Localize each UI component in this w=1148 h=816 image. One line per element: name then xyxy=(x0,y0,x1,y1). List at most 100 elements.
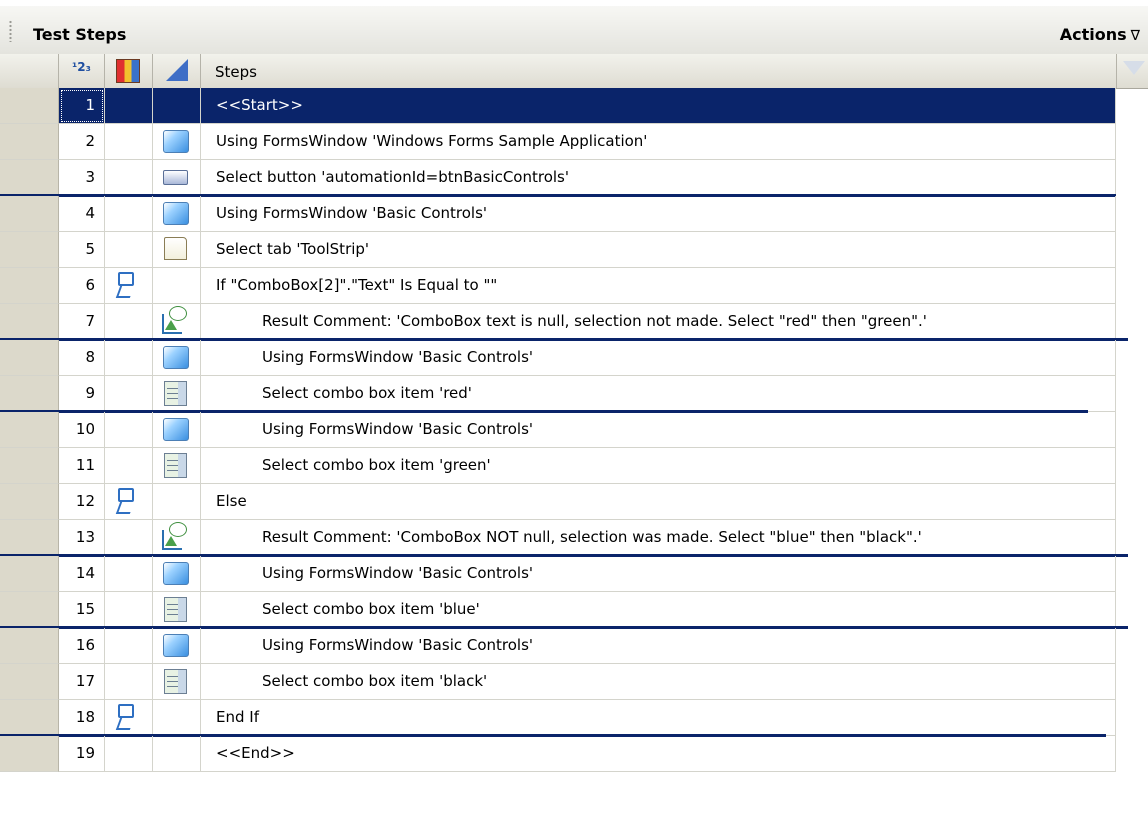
row-selector[interactable] xyxy=(0,196,59,232)
combo-box-icon xyxy=(164,381,187,406)
panel-title: Test Steps xyxy=(33,25,127,44)
table-row[interactable]: 11 Select combo box item 'green' xyxy=(0,448,1148,484)
table-row[interactable]: 6 If "ComboBox[2]"."Text" Is Equal to "" xyxy=(0,268,1148,304)
step-type-cell xyxy=(153,304,201,340)
step-text-cell[interactable]: Using FormsWindow 'Basic Controls' xyxy=(201,412,1116,448)
numbering-icon: ¹2₃ xyxy=(72,60,91,74)
table-row[interactable]: 10 Using FormsWindow 'Basic Controls' xyxy=(0,412,1148,448)
test-steps-grid: ¹2₃ Steps 1 <<Start>> 2 Using FormsWindow '… xyxy=(0,54,1148,816)
row-selector-header[interactable] xyxy=(0,54,59,88)
column-header-condition[interactable] xyxy=(105,54,153,88)
column-header-steps[interactable]: Steps xyxy=(201,54,1117,88)
step-text-cell[interactable]: Using FormsWindow 'Basic Controls' xyxy=(201,556,1116,592)
row-selector[interactable] xyxy=(0,340,59,376)
table-row[interactable]: 2 Using FormsWindow 'Windows Forms Sample… xyxy=(0,124,1148,160)
table-row[interactable]: 12 Else xyxy=(0,484,1148,520)
row-selector[interactable] xyxy=(0,412,59,448)
step-number-cell: 13 xyxy=(59,520,105,556)
row-selector[interactable] xyxy=(0,700,59,736)
step-text-cell[interactable]: Select button 'automationId=btnBasicCont… xyxy=(201,160,1116,196)
table-row[interactable]: 18 End If xyxy=(0,700,1148,736)
table-row[interactable]: 5 Select tab 'ToolStrip' xyxy=(0,232,1148,268)
table-row[interactable]: 7 Result Comment: 'ComboBox text is null,… xyxy=(0,304,1148,340)
step-text-cell[interactable]: Select combo box item 'blue' xyxy=(201,592,1116,628)
step-text: <<End>> xyxy=(216,744,295,762)
row-selector[interactable] xyxy=(0,88,59,124)
row-selector[interactable] xyxy=(0,628,59,664)
row-selector[interactable] xyxy=(0,736,59,772)
table-row[interactable]: 3 Select button 'automationId=btnBasicCon… xyxy=(0,160,1148,196)
step-text-cell[interactable]: Result Comment: 'ComboBox NOT null, sele… xyxy=(201,520,1116,556)
condition-cell xyxy=(105,196,153,232)
step-text-cell[interactable]: <<Start>> xyxy=(201,88,1116,124)
step-text: Using FormsWindow 'Basic Controls' xyxy=(262,348,534,366)
condition-cell xyxy=(105,268,153,304)
table-row[interactable]: 8 Using FormsWindow 'Basic Controls' xyxy=(0,340,1148,376)
step-text-cell[interactable]: Select tab 'ToolStrip' xyxy=(201,232,1116,268)
actions-menu-button[interactable]: Actions ∇ xyxy=(1060,25,1140,44)
step-type-cell xyxy=(153,88,201,124)
step-type-cell xyxy=(153,520,201,556)
step-text: Using FormsWindow 'Basic Controls' xyxy=(262,564,534,582)
row-selector[interactable] xyxy=(0,304,59,340)
table-row[interactable]: 14 Using FormsWindow 'Basic Controls' xyxy=(0,556,1148,592)
grip-handle-icon[interactable] xyxy=(9,20,12,42)
comment-icon xyxy=(161,522,187,550)
table-row[interactable]: 9 Select combo box item 'red' xyxy=(0,376,1148,412)
step-text: Select button 'automationId=btnBasicCont… xyxy=(216,168,569,186)
step-type-cell xyxy=(153,592,201,628)
step-number-cell: 2 xyxy=(59,124,105,160)
step-text-cell[interactable]: Select combo box item 'black' xyxy=(201,664,1116,700)
table-row[interactable]: 16 Using FormsWindow 'Basic Controls' xyxy=(0,628,1148,664)
step-text: Select combo box item 'blue' xyxy=(262,600,480,618)
button-icon xyxy=(163,170,188,185)
column-header-number[interactable]: ¹2₃ xyxy=(59,54,105,88)
step-text: End If xyxy=(216,708,259,726)
table-row[interactable]: 4 Using FormsWindow 'Basic Controls' xyxy=(0,196,1148,232)
step-type-cell xyxy=(153,484,201,520)
row-selector[interactable] xyxy=(0,556,59,592)
step-text-cell[interactable]: Select combo box item 'red' xyxy=(201,376,1116,412)
step-text-cell[interactable]: Else xyxy=(201,484,1116,520)
step-text: Using FormsWindow 'Basic Controls' xyxy=(216,204,488,222)
step-type-cell xyxy=(153,196,201,232)
row-selector[interactable] xyxy=(0,448,59,484)
step-text: If "ComboBox[2]"."Text" Is Equal to "" xyxy=(216,276,498,294)
table-row[interactable]: 15 Select combo box item 'blue' xyxy=(0,592,1148,628)
table-row[interactable]: 13 Result Comment: 'ComboBox NOT null, se… xyxy=(0,520,1148,556)
step-number-cell: 16 xyxy=(59,628,105,664)
step-text-cell[interactable]: Select combo box item 'green' xyxy=(201,448,1116,484)
row-selector[interactable] xyxy=(0,232,59,268)
column-header-type[interactable] xyxy=(153,54,201,88)
test-steps-panel-header: Test Steps Actions ∇ xyxy=(0,0,1148,55)
step-text-cell[interactable]: Using FormsWindow 'Windows Forms Sample … xyxy=(201,124,1116,160)
row-selector[interactable] xyxy=(0,592,59,628)
column-filter-button[interactable] xyxy=(1117,54,1148,88)
row-selector[interactable] xyxy=(0,520,59,556)
step-text: Select combo box item 'black' xyxy=(262,672,488,690)
row-selector[interactable] xyxy=(0,268,59,304)
step-type-cell xyxy=(153,628,201,664)
table-row[interactable]: 19 <<End>> xyxy=(0,736,1148,772)
comment-icon xyxy=(161,306,187,334)
row-selector[interactable] xyxy=(0,160,59,196)
combo-box-icon xyxy=(164,669,187,694)
row-selector[interactable] xyxy=(0,376,59,412)
step-number-cell: 9 xyxy=(59,376,105,412)
step-text-cell[interactable]: Result Comment: 'ComboBox text is null, … xyxy=(201,304,1116,340)
step-text: <<Start>> xyxy=(216,96,303,114)
step-text-cell[interactable]: If "ComboBox[2]"."Text" Is Equal to "" xyxy=(201,268,1116,304)
step-text-cell[interactable]: <<End>> xyxy=(201,736,1116,772)
step-text-cell[interactable]: End If xyxy=(201,700,1116,736)
step-text-cell[interactable]: Using FormsWindow 'Basic Controls' xyxy=(201,628,1116,664)
table-row[interactable]: 17 Select combo box item 'black' xyxy=(0,664,1148,700)
condition-cell xyxy=(105,124,153,160)
step-text-cell[interactable]: Using FormsWindow 'Basic Controls' xyxy=(201,340,1116,376)
table-row[interactable]: 1 <<Start>> xyxy=(0,88,1148,124)
row-selector[interactable] xyxy=(0,664,59,700)
stair-icon xyxy=(166,59,188,81)
condition-icon xyxy=(116,272,134,300)
row-selector[interactable] xyxy=(0,124,59,160)
row-selector[interactable] xyxy=(0,484,59,520)
step-text-cell[interactable]: Using FormsWindow 'Basic Controls' xyxy=(201,196,1116,232)
